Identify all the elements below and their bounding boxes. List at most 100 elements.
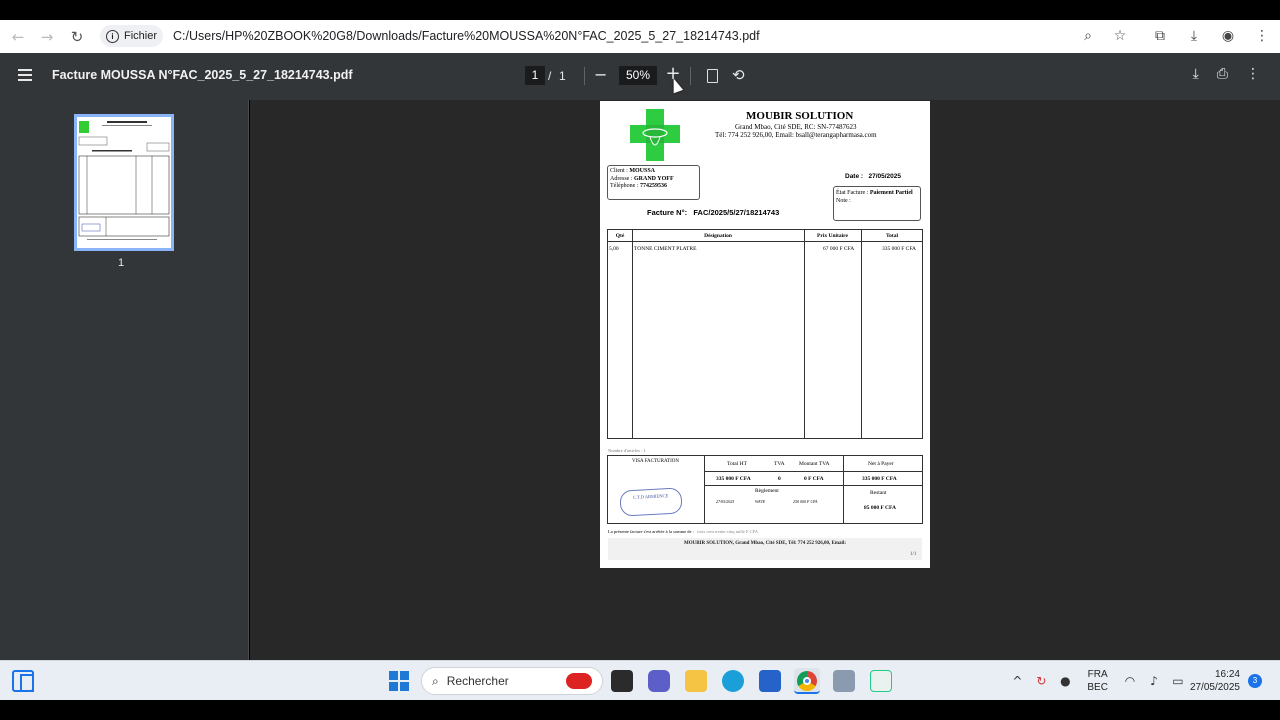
page-indicator: 1/1 bbox=[910, 552, 917, 557]
clock[interactable]: 16:24 27/05/2025 bbox=[1190, 668, 1240, 694]
pdf-toolbar: Facture MOUSSA N°FAC_2025_5_27_18214743.… bbox=[0, 53, 1280, 100]
thumbnail-page-number: 1 bbox=[118, 257, 125, 269]
page-number-input[interactable]: 1 bbox=[525, 66, 545, 85]
language-code: FRA bbox=[1087, 669, 1108, 680]
profile-icon[interactable]: ◉ bbox=[1218, 26, 1238, 46]
amount-in-words: La présente facture s'est arrêtée à la s… bbox=[608, 529, 758, 534]
store-app-icon[interactable] bbox=[759, 670, 781, 692]
info-icon: i bbox=[106, 29, 119, 43]
status-label: État Facture : bbox=[836, 190, 869, 196]
rotate-icon[interactable]: ⟲ bbox=[732, 66, 745, 84]
client-label: Client : bbox=[610, 168, 628, 174]
sync-icon[interactable]: ↻ bbox=[1032, 674, 1050, 688]
reglement-mode: WAVE bbox=[755, 499, 766, 504]
phone-label: Téléphone : bbox=[610, 183, 639, 189]
col-qty: Qté bbox=[615, 233, 625, 239]
montant-tva-value: 0 F CFA bbox=[804, 476, 824, 482]
extensions-icon[interactable]: ⧉ bbox=[1150, 26, 1170, 46]
toolbar-divider bbox=[690, 67, 691, 85]
row-designation: TONNE CIMENT PLATRE bbox=[634, 246, 697, 252]
tva-value: 0 bbox=[778, 476, 781, 482]
teams-app-icon[interactable] bbox=[648, 670, 670, 692]
site-info-chip[interactable]: i Fichier bbox=[100, 25, 164, 47]
battery-icon[interactable]: ▭ bbox=[1169, 674, 1187, 688]
language-indicator[interactable]: FRA BEC bbox=[1087, 668, 1108, 694]
system-tray: ^ ↻ ● FRA BEC ◠ ♪ ▭ 16:24 27/05/2025 3 bbox=[1005, 667, 1262, 695]
zoom-icon[interactable]: ⌕ bbox=[1078, 26, 1098, 46]
back-icon[interactable]: ← bbox=[3, 23, 33, 51]
client-phone: 774259536 bbox=[640, 183, 667, 189]
company-address: Grand Mbao, Cité SDE, RC: SN-77487623 bbox=[735, 123, 857, 131]
tva-label: TVA bbox=[774, 461, 785, 467]
address-bar[interactable]: i Fichier C:/Users/HP%20ZBOOK%20G8/Downl… bbox=[100, 23, 1130, 49]
terminal-app-icon[interactable] bbox=[611, 670, 633, 692]
reglement-label: Règlement bbox=[755, 488, 779, 494]
browser-toolbar: ← → ↻ i Fichier C:/Users/HP%20ZBOOK%20G8… bbox=[0, 20, 1280, 53]
company-contact: Tél: 774 252 926,00, Email: bsall@terang… bbox=[715, 131, 877, 139]
client-name: MOUSSA bbox=[629, 168, 656, 174]
net-label: Net à Payer bbox=[868, 461, 894, 467]
search-highlight-icon bbox=[566, 673, 592, 689]
toolbar-divider bbox=[584, 67, 585, 85]
thumbnail-preview bbox=[78, 121, 170, 240]
invoice-number-label: Facture N°: bbox=[647, 208, 688, 217]
invoice-footer: MOUBIR SOLUTION, Grand Mbao, Cité SDE, T… bbox=[608, 538, 922, 560]
article-count: Nombre d'articles : 1 bbox=[608, 448, 646, 453]
thumbnail-sidebar: 1 bbox=[0, 100, 249, 660]
star-icon[interactable]: ☆ bbox=[1110, 26, 1130, 46]
status-box: État Facture : Paiement Partiel Note : bbox=[833, 186, 921, 221]
note-label: Note : bbox=[836, 198, 851, 204]
print-icon[interactable]: ⎙ bbox=[1217, 66, 1228, 82]
search-placeholder: Rechercher bbox=[446, 674, 509, 688]
zoom-out-button[interactable]: − bbox=[594, 65, 607, 84]
widgets-icon[interactable] bbox=[12, 670, 34, 692]
invoice-date: Date : 27/05/2025 bbox=[845, 173, 901, 180]
items-table: Qté Désignation Prix Unitaire Total 5,00… bbox=[607, 229, 923, 439]
edge-app-icon[interactable] bbox=[722, 670, 744, 692]
windows-taskbar: ⌕ Rechercher ^ ↻ ● FRA BEC ◠ ♪ ▭ 16:24 2… bbox=[0, 660, 1280, 700]
client-box: Client : MOUSSA Adresse : GRAND YOFF Tél… bbox=[607, 165, 700, 200]
clock-time: 16:24 bbox=[1214, 669, 1240, 680]
company-stamp: C.T.D ARMIENCE bbox=[619, 487, 683, 517]
col-total: Total bbox=[885, 233, 899, 239]
taskbar-search[interactable]: ⌕ Rechercher bbox=[421, 667, 603, 695]
download-icon[interactable]: ⤓ bbox=[1184, 26, 1204, 46]
pdf-download-icon[interactable]: ⤓ bbox=[1193, 66, 1199, 82]
zoom-level-input[interactable]: 50% bbox=[619, 66, 657, 85]
hamburger-menu-icon[interactable] bbox=[18, 69, 32, 81]
url-text[interactable]: C:/Users/HP%20ZBOOK%20G8/Downloads/Factu… bbox=[173, 29, 760, 43]
restant-label: Restant bbox=[870, 490, 887, 496]
microphone-icon[interactable]: ● bbox=[1056, 674, 1074, 688]
app-icon[interactable] bbox=[833, 670, 855, 692]
company-name: MOUBIR SOLUTION bbox=[746, 110, 854, 122]
pdf-title: Facture MOUSSA N°FAC_2025_5_27_18214743.… bbox=[52, 68, 353, 82]
chrome-icon bbox=[797, 671, 817, 691]
total-ht-value: 335 000 F CFA bbox=[716, 476, 751, 482]
wifi-icon[interactable]: ◠ bbox=[1121, 674, 1139, 688]
chrome-app-active[interactable] bbox=[794, 668, 820, 694]
browser-menu-icon[interactable]: ⋮ bbox=[1252, 26, 1272, 46]
file-explorer-icon[interactable] bbox=[685, 670, 707, 692]
date-value: 27/05/2025 bbox=[868, 173, 902, 180]
date-label: Date : bbox=[845, 173, 864, 180]
col-designation: Désignation bbox=[704, 233, 732, 239]
page-separator: / bbox=[548, 69, 552, 83]
fit-page-icon[interactable] bbox=[707, 69, 718, 83]
forward-icon[interactable]: → bbox=[32, 23, 62, 51]
notification-badge[interactable]: 3 bbox=[1248, 674, 1262, 688]
clock-date: 27/05/2025 bbox=[1189, 682, 1240, 693]
top-letterbox bbox=[0, 0, 1280, 20]
amount-words-value: trois cent trente-cinq mille F CFA bbox=[697, 529, 759, 534]
restant-value: 85 000 F CFA bbox=[864, 505, 896, 511]
page-thumbnail[interactable] bbox=[74, 114, 174, 251]
address-label: Adresse : bbox=[610, 175, 633, 182]
volume-icon[interactable]: ♪ bbox=[1145, 674, 1163, 688]
visa-label: VISA FACTURATION bbox=[632, 459, 679, 464]
keyboard-layout: BEC bbox=[1087, 682, 1108, 693]
pdf-page: MOUBIR SOLUTION Grand Mbao, Cité SDE, RC… bbox=[600, 101, 930, 568]
snipping-tool-icon[interactable] bbox=[870, 670, 892, 692]
chevron-up-icon[interactable]: ^ bbox=[1008, 674, 1026, 688]
more-options-icon[interactable]: ⋮ bbox=[1246, 66, 1260, 82]
start-button[interactable] bbox=[389, 671, 409, 691]
reload-icon[interactable]: ↻ bbox=[62, 23, 92, 51]
